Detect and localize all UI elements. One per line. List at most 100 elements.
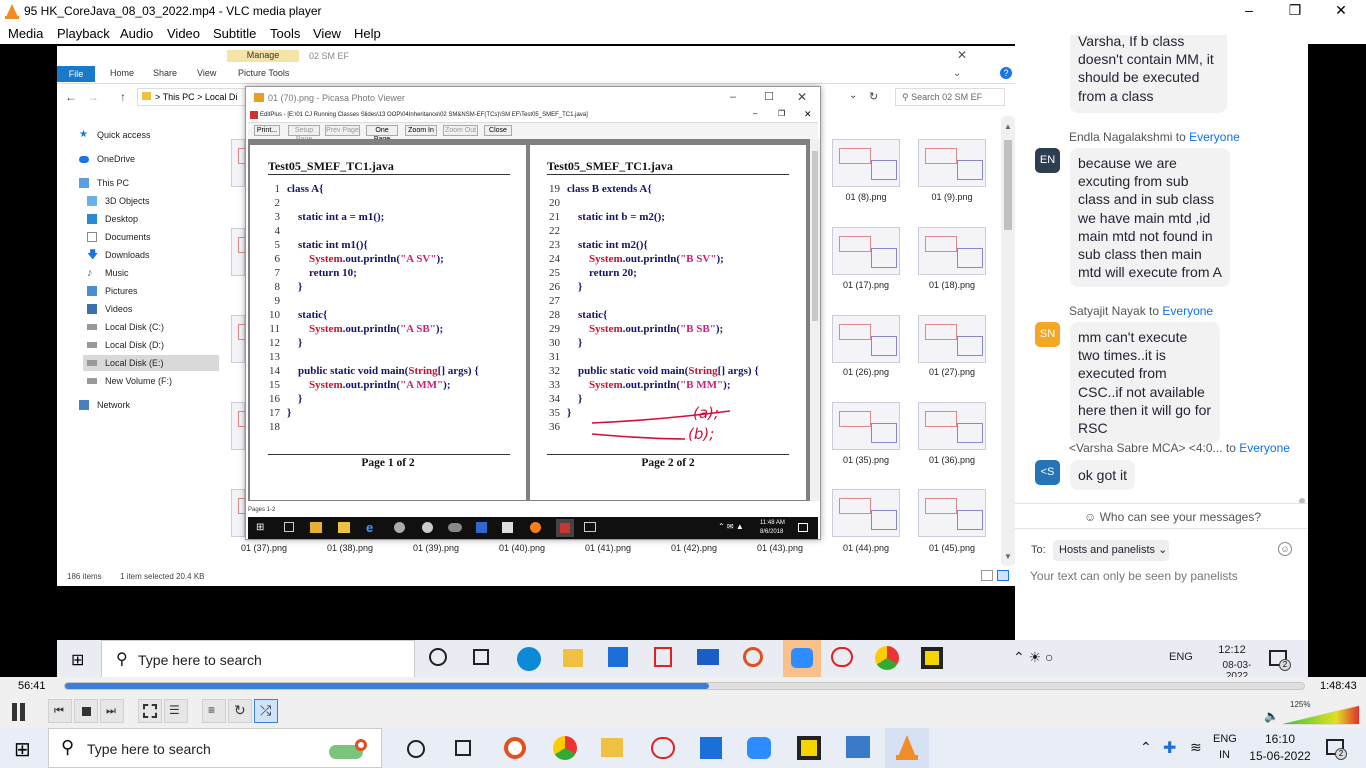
menu-help[interactable]: Help (354, 26, 381, 41)
nav-music[interactable]: ♪ Music (83, 265, 219, 281)
nav-network[interactable]: Network (75, 397, 211, 413)
tray-overflow-icon[interactable]: ⌃ (1140, 739, 1152, 756)
thumbnail-01-18[interactable] (918, 227, 986, 275)
pause-button[interactable] (4, 698, 32, 726)
thumbnail-01-35[interactable] (832, 402, 900, 450)
picasa-maximize-button[interactable]: ☐ (764, 90, 774, 103)
thumbnail-01-36[interactable] (918, 402, 986, 450)
thumbnail-01-9[interactable] (918, 139, 986, 187)
speaker-icon[interactable]: 🔈 (1264, 709, 1279, 723)
playlist-button[interactable]: ≡ (202, 699, 226, 723)
nav-documents[interactable]: Documents (83, 229, 219, 245)
thumbnail-01-45[interactable] (918, 489, 986, 537)
thumbnail-label[interactable]: 01 (37).png (224, 543, 304, 553)
picasa-minimize-button[interactable]: – (730, 91, 736, 103)
file-explorer-icon[interactable] (601, 738, 623, 757)
record-app-icon[interactable] (504, 737, 526, 759)
setup-page-button[interactable]: Setup Page (288, 125, 320, 143)
fullscreen-button[interactable] (138, 699, 162, 723)
add-icon[interactable]: ✚ (1163, 738, 1176, 758)
tab-share[interactable]: Share (153, 68, 177, 78)
explorer-close-icon[interactable]: ✕ (957, 48, 967, 62)
menu-video[interactable]: Video (167, 26, 200, 41)
preview-scrollbar[interactable] (810, 139, 820, 501)
store-icon[interactable] (700, 737, 722, 759)
thumbnail-label[interactable]: 01 (38).png (310, 543, 390, 553)
nav-videos[interactable]: Videos (83, 301, 219, 317)
zoom-icon[interactable] (747, 737, 771, 759)
vlc-taskbar-active[interactable] (885, 728, 929, 768)
nav-new-volume-f[interactable]: New Volume (F:) (83, 373, 219, 389)
restore-button[interactable]: ❐ (1280, 2, 1310, 19)
nav-desktop[interactable]: Desktop (83, 211, 219, 227)
zoom-out-button[interactable]: Zoom Out (443, 125, 478, 136)
back-arrow-icon[interactable]: ← (65, 90, 77, 104)
zoom-in-button[interactable]: Zoom In (405, 125, 437, 136)
loop-button[interactable]: ↻ (228, 699, 252, 723)
nav-pictures[interactable]: Pictures (83, 283, 219, 299)
thumbnail[interactable] (231, 315, 296, 363)
cortana-icon[interactable] (407, 740, 425, 758)
stop-button[interactable] (74, 699, 98, 723)
thumbnail-01-44[interactable] (832, 489, 900, 537)
forward-arrow-icon[interactable]: → (87, 90, 99, 104)
editplus-minimize-button[interactable]: – (753, 109, 757, 118)
thumbnail-01-27[interactable] (918, 315, 986, 363)
wifi-icon[interactable]: ≋ (1190, 739, 1202, 756)
tab-picture-tools[interactable]: Picture Tools (238, 68, 289, 78)
thumbnail[interactable] (231, 489, 296, 537)
thumbnail-01-8[interactable] (832, 139, 900, 187)
menu-audio[interactable]: Audio (120, 26, 153, 41)
help-icon[interactable]: ? (1000, 67, 1012, 79)
manage-tab[interactable]: Manage (227, 50, 299, 62)
thumbnail[interactable] (231, 228, 296, 276)
nav-3d-objects[interactable]: 3D Objects (83, 193, 219, 209)
menu-playback[interactable]: Playback (57, 26, 110, 41)
tab-file[interactable]: File (57, 66, 95, 82)
lang-indicator[interactable]: ENG (1213, 733, 1237, 745)
chat-scrollbar[interactable] (1298, 118, 1306, 508)
address-dropdown-icon[interactable]: ⌄ (849, 90, 857, 101)
breadcrumb-this-pc[interactable]: This PC (163, 92, 195, 102)
start-button[interactable]: ⊞ (14, 737, 31, 762)
menu-view[interactable]: View (313, 26, 341, 41)
thumbnail-label[interactable]: 01 (39).png (396, 543, 476, 553)
nav-local-disk-d[interactable]: Local Disk (D:) (83, 337, 219, 353)
editplus-close-button[interactable]: ✕ (804, 109, 812, 120)
breadcrumb-local-disk[interactable]: Local Di (205, 92, 238, 102)
taskbar-time[interactable]: 16:10 (1250, 732, 1310, 746)
chat-input[interactable]: Your text can only be seen by panelists (1030, 569, 1238, 583)
emoji-icon[interactable]: ☺ (1278, 542, 1292, 556)
print-button[interactable]: Print... (254, 125, 280, 136)
who-can-see-link[interactable]: ☺ Who can see your messages? (1084, 510, 1261, 524)
tab-view[interactable]: View (197, 68, 216, 78)
up-arrow-icon[interactable]: ↑ (120, 90, 126, 104)
next-button[interactable]: ⏭ (100, 699, 124, 723)
taskbar-search-box[interactable]: ⚲ Type here to search (48, 728, 382, 768)
nav-local-disk-e[interactable]: Local Disk (E:) (83, 355, 219, 371)
search-box[interactable]: ⚲ Search 02 SM EF (895, 88, 1005, 106)
recipient-dropdown[interactable]: Hosts and panelists ⌄ (1053, 540, 1169, 561)
nav-this-pc[interactable]: This PC (75, 175, 211, 191)
menu-subtitle[interactable]: Subtitle (213, 26, 256, 41)
editplus-restore-button[interactable]: ❐ (778, 109, 785, 118)
random-button[interactable]: ⤮ (254, 699, 278, 723)
refresh-icon[interactable]: ↻ (869, 90, 878, 103)
thumbnail[interactable] (231, 139, 296, 187)
close-preview-button[interactable]: Close (484, 125, 512, 136)
chrome-icon[interactable] (553, 736, 577, 760)
photos-icon[interactable] (846, 736, 870, 758)
nav-local-disk-c[interactable]: Local Disk (C:) (83, 319, 219, 335)
extended-settings-button[interactable]: ☰ (164, 699, 188, 723)
nav-downloads[interactable]: 🡇 Downloads (83, 247, 219, 263)
ribbon-expand-icon[interactable]: ⌄ (953, 68, 961, 79)
large-icons-view-icon[interactable] (997, 570, 1009, 581)
taskbar-date[interactable]: 15-06-2022 (1244, 749, 1316, 763)
prev-page-button[interactable]: Prev Page (325, 125, 360, 136)
close-button[interactable]: ✕ (1326, 2, 1356, 19)
picasa-close-button[interactable]: ✕ (797, 90, 807, 104)
sticky-notes-icon[interactable] (797, 736, 821, 760)
thumbnail[interactable] (231, 402, 296, 450)
menu-tools[interactable]: Tools (270, 26, 300, 41)
nav-onedrive[interactable]: OneDrive (75, 151, 211, 167)
